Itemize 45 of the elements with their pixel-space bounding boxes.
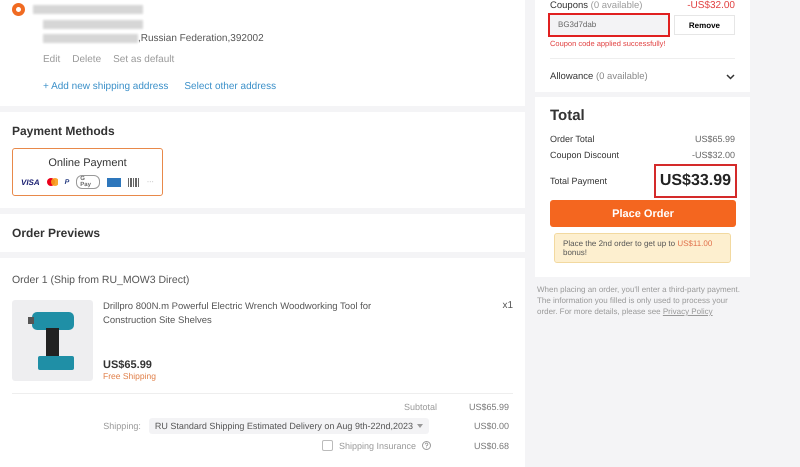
subtotal-value: US$65.99: [468, 402, 509, 412]
chevron-icon[interactable]: [726, 74, 735, 80]
address-action[interactable]: Edit: [43, 54, 60, 65]
order-title: Order 1 (Ship from RU_MOW3 Direct): [12, 274, 190, 286]
total-label: Coupon Discount: [550, 150, 620, 160]
total-value: -US$32.00: [692, 150, 735, 160]
help-icon[interactable]: [422, 441, 431, 450]
bonus-note: Place the 2nd order to get up to US$11.00 bonus!: [554, 233, 731, 263]
total-value: US$65.99: [694, 134, 735, 144]
product-name[interactable]: Drillpro 800N.m Powerful Electric Wrench Woodworking Tool for Construction Site Shelves: [103, 300, 502, 328]
remove-button[interactable]: Remove: [674, 15, 735, 35]
total-label: Order Total: [550, 134, 594, 144]
address-action[interactable]: Set as default: [113, 54, 174, 65]
section-title: Payment Methods: [12, 124, 116, 138]
place-order-button[interactable]: Place Order: [550, 200, 736, 227]
card-logo: [106, 178, 122, 186]
mastercard-logo: [46, 178, 58, 186]
visa-logo: VISA: [21, 178, 40, 186]
shipping-value: US$0.00: [472, 421, 509, 431]
total-payment-label: Total Payment: [550, 176, 608, 186]
coupons-title: Coupons (0 available): [550, 0, 642, 11]
insurance-value: US$0.68: [472, 440, 509, 450]
total-payment-value: US$33.99: [656, 166, 735, 196]
quantity: x1: [502, 300, 513, 311]
address-link[interactable]: Select other address: [184, 81, 276, 92]
product-price: US$65.99: [103, 359, 153, 371]
address-link[interactable]: + Add new shipping address: [43, 81, 168, 92]
shipping-select[interactable]: RU Standard Shipping Estimated Delivery on Aug 9th-22nd,2023: [148, 418, 429, 434]
section-title: Order Previews: [12, 226, 102, 240]
barcode-icon: [128, 178, 140, 186]
caret-icon: [417, 424, 423, 428]
insurance-label: Shipping Insurance: [338, 440, 416, 450]
privacy-policy-link[interactable]: Privacy Policy: [662, 307, 713, 316]
subtotal-label: Subtotal: [404, 402, 437, 412]
address-text: ,Russian Federation,392002: [138, 33, 264, 44]
shipping-label: Shipping:: [103, 421, 141, 431]
radio-button[interactable]: [12, 3, 25, 16]
free-shipping-text: Free Shipping: [103, 371, 157, 381]
address-action[interactable]: Delete: [72, 54, 102, 65]
coupon-field[interactable]: BG3d7dab: [550, 15, 668, 35]
coupon-discount: -US$32.00: [687, 0, 735, 11]
checkbox[interactable]: [322, 440, 333, 451]
total-title: Total: [550, 107, 586, 124]
payment-note: When placing an order, you'll enter a third-party payment. The information you filled is only used to process your order. For more details, please see Privacy Policy: [536, 284, 741, 318]
allowance-title[interactable]: Allowance (0 available): [550, 71, 648, 82]
